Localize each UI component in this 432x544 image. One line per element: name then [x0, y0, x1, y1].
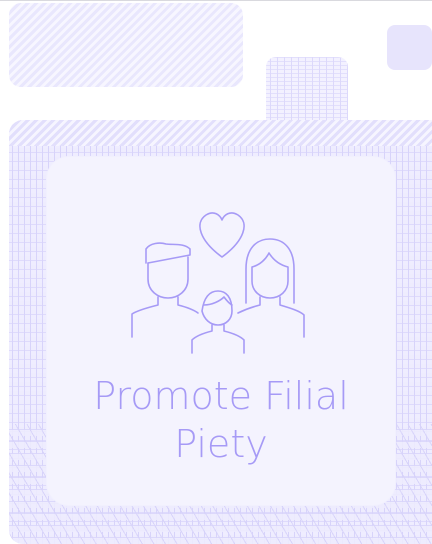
decorative-corner-square	[387, 25, 432, 70]
card-title: Promote Filial Piety	[93, 374, 349, 466]
decorative-hatch-block	[9, 3, 243, 87]
family-heart-icon	[131, 212, 305, 354]
top-divider	[0, 0, 432, 1]
frame-top-pattern	[9, 120, 432, 146]
